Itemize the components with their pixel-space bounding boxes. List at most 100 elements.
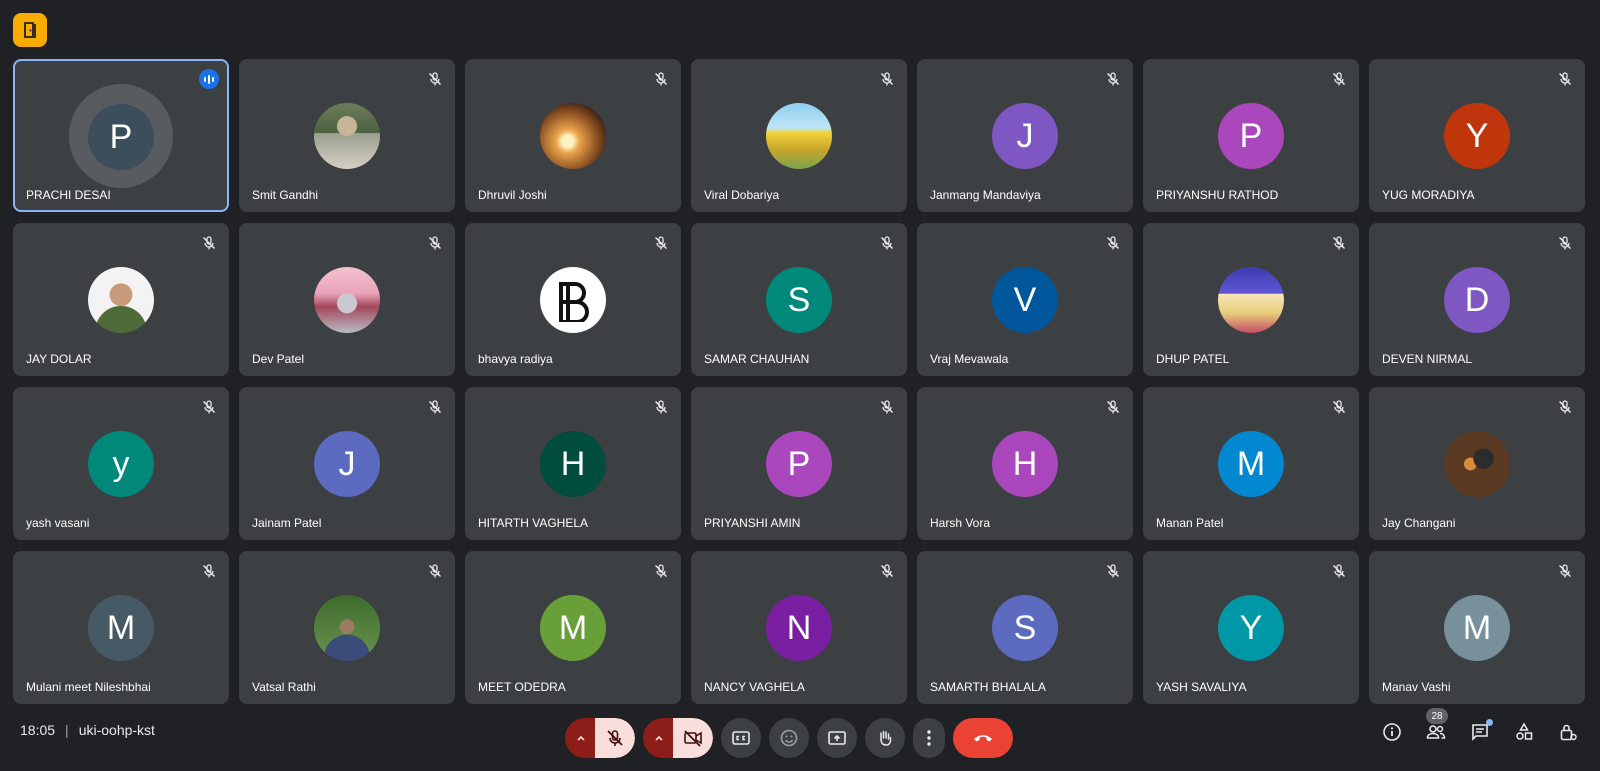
- participant-name: Viral Dobariya: [704, 188, 780, 202]
- avatar: P: [1218, 103, 1284, 169]
- mic-off-icon: [653, 235, 669, 251]
- avatar: P: [88, 104, 154, 170]
- captions-button[interactable]: [721, 718, 761, 758]
- participant-name: Dhruvil Joshi: [478, 188, 547, 202]
- mic-off-icon: [1105, 235, 1121, 251]
- side-tools: 28: [1380, 708, 1580, 744]
- door-icon[interactable]: [13, 13, 47, 47]
- participant-tile[interactable]: P PRIYANSHI AMIN: [691, 387, 907, 540]
- chat-notification-dot: [1486, 719, 1493, 726]
- participant-tile[interactable]: H Harsh Vora: [917, 387, 1133, 540]
- participant-tile[interactable]: Viral Dobariya: [691, 59, 907, 212]
- participant-name: yash vasani: [26, 516, 90, 530]
- participant-name: HITARTH VAGHELA: [478, 516, 589, 530]
- participant-tile[interactable]: S SAMAR CHAUHAN: [691, 223, 907, 376]
- participant-tile[interactable]: D DEVEN NIRMAL: [1369, 223, 1585, 376]
- participant-tile[interactable]: y yash vasani: [13, 387, 229, 540]
- participant-tile[interactable]: Y YUG MORADIYA: [1369, 59, 1585, 212]
- more-options-button[interactable]: [913, 718, 945, 758]
- audio-options-button[interactable]: [565, 718, 597, 758]
- mic-off-icon: [1557, 71, 1573, 87]
- mic-off-icon: [1105, 399, 1121, 415]
- activities-button[interactable]: [1512, 720, 1536, 744]
- participant-tile[interactable]: H HITARTH VAGHELA: [465, 387, 681, 540]
- meet-window: P PRACHI DESAI Smit Gandhi Dhruvil Joshi Vir…: [0, 0, 1600, 771]
- mic-off-icon: [201, 235, 217, 251]
- mic-control: [565, 718, 635, 758]
- participant-tile[interactable]: J Janmang Mandaviya: [917, 59, 1133, 212]
- mic-off-icon: [1557, 399, 1573, 415]
- participants-count-badge: 28: [1426, 708, 1448, 724]
- participant-name: Vatsal Rathi: [252, 680, 316, 694]
- avatar: [540, 103, 606, 169]
- participant-tile[interactable]: Vatsal Rathi: [239, 551, 455, 704]
- participant-tile[interactable]: P PRACHI DESAI: [13, 59, 229, 212]
- participant-name: JAY DOLAR: [26, 352, 92, 366]
- info-icon: [1383, 723, 1401, 741]
- participant-tile[interactable]: P PRIYANSHU RATHOD: [1143, 59, 1359, 212]
- participant-name: Jainam Patel: [252, 516, 322, 530]
- avatar: Y: [1218, 595, 1284, 661]
- mic-off-icon: [1557, 235, 1573, 251]
- participant-name: PRIYANSHU RATHOD: [1156, 188, 1279, 202]
- mic-off-icon: [879, 399, 895, 415]
- participant-tile[interactable]: M Manan Patel: [1143, 387, 1359, 540]
- participant-tile[interactable]: N NANCY VAGHELA: [691, 551, 907, 704]
- avatar: [1444, 431, 1510, 497]
- avatar: V: [992, 267, 1058, 333]
- mic-off-icon: [1105, 563, 1121, 579]
- participant-tile[interactable]: Dhruvil Joshi: [465, 59, 681, 212]
- avatar: [314, 267, 380, 333]
- meeting-info: 18:05 | uki-oohp-kst: [20, 722, 155, 738]
- mic-toggle-button[interactable]: [595, 718, 635, 758]
- participant-tile[interactable]: Smit Gandhi: [239, 59, 455, 212]
- host-controls-button[interactable]: [1556, 720, 1580, 744]
- mic-off-icon: [201, 563, 217, 579]
- mic-off-icon: [653, 71, 669, 87]
- mic-off-icon: [1331, 399, 1347, 415]
- present-screen-icon: [828, 731, 846, 745]
- mic-off-icon: [427, 71, 443, 87]
- participant-tile[interactable]: M Mulani meet Nileshbhai: [13, 551, 229, 704]
- meeting-time: 18:05: [20, 722, 56, 738]
- avatar: Y: [1444, 103, 1510, 169]
- people-button[interactable]: 28: [1424, 708, 1448, 744]
- participant-tile[interactable]: Y YASH SAVALIYA: [1143, 551, 1359, 704]
- meeting-info-separator: |: [65, 722, 69, 738]
- avatar: P: [766, 431, 832, 497]
- participant-tile[interactable]: M Manav Vashi: [1369, 551, 1585, 704]
- video-options-button[interactable]: [643, 718, 675, 758]
- present-button[interactable]: [817, 718, 857, 758]
- camera-toggle-button[interactable]: [673, 718, 713, 758]
- participant-tile[interactable]: DHUP PATEL: [1143, 223, 1359, 376]
- end-call-button[interactable]: [953, 718, 1013, 758]
- participant-tile[interactable]: V Vraj Mevawala: [917, 223, 1133, 376]
- avatar: N: [766, 595, 832, 661]
- mic-off-icon: [1331, 563, 1347, 579]
- participant-name: Manav Vashi: [1382, 680, 1451, 694]
- participant-tile[interactable]: bhavya radiya: [465, 223, 681, 376]
- mic-off-icon: [427, 399, 443, 415]
- participant-tile[interactable]: S SAMARTH BHALALA: [917, 551, 1133, 704]
- end-call-icon: [974, 735, 992, 742]
- mic-off-icon: [1331, 71, 1347, 87]
- participant-name: Janmang Mandaviya: [930, 188, 1041, 202]
- avatar: J: [992, 103, 1058, 169]
- mic-off-icon: [653, 563, 669, 579]
- participant-tile[interactable]: JAY DOLAR: [13, 223, 229, 376]
- mic-off-icon: [201, 399, 217, 415]
- closed-captions-icon: [732, 731, 750, 745]
- chat-button[interactable]: [1468, 719, 1493, 744]
- participant-tile[interactable]: Dev Patel: [239, 223, 455, 376]
- raise-hand-button[interactable]: [865, 718, 905, 758]
- meeting-details-button[interactable]: [1380, 720, 1404, 744]
- participant-tile[interactable]: M MEET ODEDRA: [465, 551, 681, 704]
- participant-tile[interactable]: J Jainam Patel: [239, 387, 455, 540]
- mic-off-icon: [1331, 235, 1347, 251]
- participant-name: Harsh Vora: [930, 516, 991, 530]
- emoji-button[interactable]: [769, 718, 809, 758]
- participant-name: MEET ODEDRA: [478, 680, 566, 694]
- participant-grid: P PRACHI DESAI Smit Gandhi Dhruvil Joshi Vir…: [13, 59, 1587, 704]
- mic-off-icon: [427, 235, 443, 251]
- participant-tile[interactable]: Jay Changani: [1369, 387, 1585, 540]
